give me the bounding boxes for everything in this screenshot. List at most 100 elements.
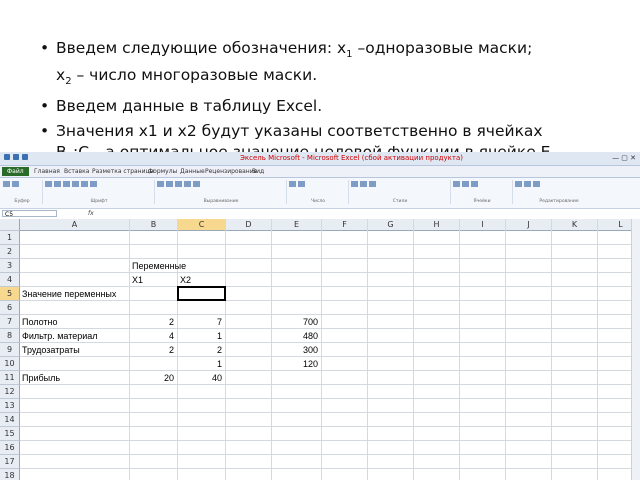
column-header-h[interactable]: H [414, 219, 460, 231]
cell-e7[interactable]: 700 [274, 315, 318, 329]
row-header-18[interactable]: 18 [0, 469, 20, 480]
column-header-a[interactable]: A [20, 219, 130, 231]
group-editing: Редактирование [514, 180, 604, 204]
row-header-8[interactable]: 8 [0, 329, 20, 343]
row-header-11[interactable]: 11 [0, 371, 20, 385]
column-header-c[interactable]: C [178, 219, 226, 231]
group-number: Число [288, 180, 349, 204]
bullet-enter-data: Введем данные в таблицу Excel. [40, 96, 630, 117]
font-color-icon[interactable] [90, 181, 97, 187]
row-header-17[interactable]: 17 [0, 455, 20, 469]
row-header-3[interactable]: 3 [0, 259, 20, 273]
insert-cells-icon[interactable] [453, 181, 460, 187]
percent-icon[interactable] [289, 181, 296, 187]
align-right-icon[interactable] [175, 181, 182, 187]
cell-e9[interactable]: 300 [274, 343, 318, 357]
cell-c4[interactable]: X2 [180, 273, 222, 287]
gridline [20, 258, 640, 259]
fill-color-icon[interactable] [81, 181, 88, 187]
group-styles: Стили [350, 180, 451, 204]
sort-filter-icon[interactable] [524, 181, 531, 187]
cell-a5[interactable]: Значение переменных [22, 287, 126, 301]
tab-page-layout[interactable]: Разметка страницы [92, 168, 154, 175]
cell-styles-icon[interactable] [369, 181, 376, 187]
cell-e8[interactable]: 480 [274, 329, 318, 343]
cell-c7[interactable]: 7 [180, 315, 222, 329]
underline-icon[interactable] [63, 181, 70, 187]
cell-b3[interactable]: Переменные [132, 259, 186, 273]
column-header-i[interactable]: I [460, 219, 506, 231]
window-title: Эксель Microsoft - Microsoft Excel (сбой… [240, 154, 463, 162]
align-center-icon[interactable] [166, 181, 173, 187]
name-box[interactable]: C5 [2, 210, 57, 218]
align-left-icon[interactable] [157, 181, 164, 187]
tab-file[interactable]: Файл [2, 167, 29, 176]
column-header-b[interactable]: B [130, 219, 178, 231]
cell-c10[interactable]: 1 [180, 357, 222, 371]
row-header-4[interactable]: 4 [0, 273, 20, 287]
cell-b11[interactable]: 20 [132, 371, 174, 385]
find-select-icon[interactable] [533, 181, 540, 187]
cell-a9[interactable]: Трудозатраты [22, 343, 126, 357]
fx-icon[interactable]: fx [88, 210, 94, 217]
column-header-f[interactable]: F [322, 219, 368, 231]
column-header-j[interactable]: J [506, 219, 552, 231]
tab-view[interactable]: Вид [252, 168, 264, 175]
column-header-d[interactable]: D [226, 219, 272, 231]
row-header-12[interactable]: 12 [0, 385, 20, 399]
comma-icon[interactable] [298, 181, 305, 187]
gridline [20, 468, 640, 469]
column-header-e[interactable]: E [272, 219, 322, 231]
cut-icon[interactable] [12, 181, 19, 187]
bold-icon[interactable] [45, 181, 52, 187]
cell-c8[interactable]: 1 [180, 329, 222, 343]
merge-icon[interactable] [193, 181, 200, 187]
row-header-10[interactable]: 10 [0, 357, 20, 371]
row-header-13[interactable]: 13 [0, 399, 20, 413]
row-header-2[interactable]: 2 [0, 245, 20, 259]
window-controls[interactable]: — ▢ ✕ [612, 154, 636, 162]
vertical-scrollbar[interactable] [631, 219, 640, 480]
row-header-16[interactable]: 16 [0, 441, 20, 455]
save-icon[interactable] [13, 154, 19, 160]
cell-e10[interactable]: 120 [274, 357, 318, 371]
row-header-6[interactable]: 6 [0, 301, 20, 315]
row-header-5[interactable]: 5 [0, 287, 20, 301]
tab-home[interactable]: Главная [34, 168, 60, 175]
cell-b4[interactable]: X1 [132, 273, 174, 287]
delete-cells-icon[interactable] [462, 181, 469, 187]
cell-c11[interactable]: 40 [180, 371, 222, 385]
cell-b8[interactable]: 4 [132, 329, 174, 343]
conditional-format-icon[interactable] [351, 181, 358, 187]
row-header-14[interactable]: 14 [0, 413, 20, 427]
format-cells-icon[interactable] [471, 181, 478, 187]
row-header-9[interactable]: 9 [0, 343, 20, 357]
tab-review[interactable]: Рецензирование [205, 168, 257, 175]
tab-data[interactable]: Данные [180, 168, 205, 175]
column-header-g[interactable]: G [368, 219, 414, 231]
cell-c9[interactable]: 2 [180, 343, 222, 357]
cell-a7[interactable]: Полотно [22, 315, 126, 329]
column-header-k[interactable]: K [552, 219, 598, 231]
undo-icon[interactable] [22, 154, 28, 160]
border-icon[interactable] [72, 181, 79, 187]
select-all-corner[interactable] [0, 219, 20, 231]
quick-access-toolbar[interactable] [4, 154, 44, 162]
tab-formulas[interactable]: Формулы [148, 168, 177, 175]
cell-a11[interactable]: Прибыль [22, 371, 126, 385]
row-header-15[interactable]: 15 [0, 427, 20, 441]
autosum-icon[interactable] [515, 181, 522, 187]
row-header-1[interactable]: 1 [0, 231, 20, 245]
cell-a8[interactable]: Фильтр. материал [22, 329, 126, 343]
bullet-1-line-2: x2 – число многоразовые маски. [56, 66, 318, 88]
wrap-text-icon[interactable] [184, 181, 191, 187]
format-table-icon[interactable] [360, 181, 367, 187]
cell-b7[interactable]: 2 [132, 315, 174, 329]
excel-window: Эксель Microsoft - Microsoft Excel (сбой… [0, 152, 640, 480]
cell-b9[interactable]: 2 [132, 343, 174, 357]
italic-icon[interactable] [54, 181, 61, 187]
tab-insert[interactable]: Вставка [64, 168, 89, 175]
selected-cell-c5[interactable] [177, 286, 226, 301]
paste-icon[interactable] [3, 181, 10, 187]
row-header-7[interactable]: 7 [0, 315, 20, 329]
